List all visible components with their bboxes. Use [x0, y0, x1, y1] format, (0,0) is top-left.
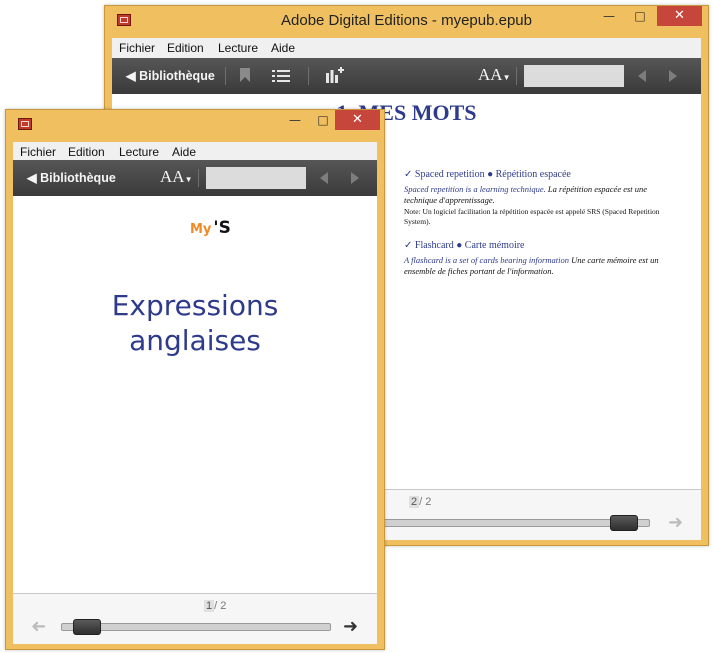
front-window: — □ ✕ Fichier Edition Lecture Aide ◀ Bib… — [5, 109, 385, 650]
chevron-down-icon: ▼ — [184, 175, 193, 184]
entry-english: A flashcard is a set of cards bearing in… — [404, 255, 569, 265]
close-icon[interactable]: ✕ — [657, 6, 702, 26]
front-titlebar[interactable]: — □ ✕ — [6, 110, 384, 140]
slider-thumb[interactable] — [73, 619, 102, 635]
total-pages: / 2 — [214, 600, 227, 612]
menu-lecture[interactable]: Lecture — [218, 41, 258, 55]
current-page[interactable]: 2 — [409, 496, 420, 508]
book-title-line2: anglaises — [129, 324, 261, 357]
arrow-right-icon[interactable]: ➜ — [668, 514, 683, 532]
current-page[interactable]: 1 — [204, 600, 215, 612]
search-input[interactable] — [206, 167, 306, 189]
library-button[interactable]: ◀ Bibliothèque — [126, 68, 215, 83]
page-slider[interactable] — [61, 623, 331, 631]
back-toolbar: ◀ Bibliothèque AA▼ — [112, 58, 701, 94]
minimize-icon[interactable]: — — [282, 110, 308, 130]
bookmark-icon[interactable] — [240, 68, 250, 87]
prev-icon[interactable] — [638, 70, 646, 82]
menu-lecture[interactable]: Lecture — [119, 145, 159, 159]
chevron-down-icon: ▼ — [502, 73, 511, 82]
book-title-line1: Expressions — [111, 289, 279, 322]
front-content: My 'S Expressions anglaises — [13, 196, 377, 593]
prev-icon[interactable] — [320, 172, 328, 184]
book-logo: My 'S — [190, 218, 231, 238]
logo-s: 'S — [213, 218, 231, 238]
next-icon[interactable] — [669, 70, 677, 82]
menu-edition[interactable]: Edition — [167, 41, 204, 55]
back-menubar: Fichier Edition Lecture Aide — [112, 38, 701, 59]
toolbar-separator — [225, 67, 226, 85]
next-icon[interactable] — [351, 172, 359, 184]
back-titlebar[interactable]: Adobe Digital Editions - myepub.epub — □… — [105, 6, 708, 36]
entry-definition: A flashcard is a set of cards bearing in… — [404, 255, 662, 276]
library-button[interactable]: ◀ Bibliothèque — [27, 170, 116, 185]
maximize-icon[interactable]: □ — [627, 6, 653, 26]
list-icon[interactable] — [272, 69, 290, 87]
book-title: Expressions anglaises — [13, 288, 377, 358]
entry-note: Note: Un logiciel facilitation la répéti… — [404, 207, 660, 226]
toolbar-separator — [198, 169, 199, 187]
toolbar-separator — [516, 67, 517, 85]
page-indicator: 1/ 2 — [204, 600, 226, 612]
entry-definition: Spaced repetition is a learning techniqu… — [404, 184, 662, 205]
menu-aide[interactable]: Aide — [271, 41, 295, 55]
font-size-button[interactable]: AA▼ — [478, 65, 510, 85]
arrow-right-icon[interactable]: ➜ — [343, 618, 358, 636]
minimize-icon[interactable]: — — [596, 6, 622, 26]
entry-term: ✓ Spaced repetition ● Répétition espacée — [404, 169, 571, 180]
menu-fichier[interactable]: Fichier — [20, 145, 56, 159]
entry-english: Spaced repetition is a learning techniqu… — [404, 184, 546, 194]
menu-edition[interactable]: Edition — [68, 145, 105, 159]
toolbar-separator — [308, 67, 309, 85]
arrow-left-icon[interactable]: ➜ — [31, 616, 46, 637]
menu-aide[interactable]: Aide — [172, 145, 196, 159]
entry-term: ✓ Flashcard ● Carte mémoire — [404, 240, 525, 251]
font-size-label: AA — [160, 167, 185, 186]
search-input[interactable] — [524, 65, 624, 87]
logo-my: My — [190, 222, 212, 237]
app-icon — [18, 118, 32, 130]
total-pages: / 2 — [419, 496, 432, 508]
front-toolbar: ◀ Bibliothèque AA▼ — [13, 160, 377, 196]
page-indicator: 2/ 2 — [409, 496, 431, 508]
menu-fichier[interactable]: Fichier — [119, 41, 155, 55]
close-icon[interactable]: ✕ — [335, 110, 380, 130]
slider-thumb[interactable] — [610, 515, 638, 531]
font-size-label: AA — [478, 65, 503, 84]
font-size-button[interactable]: AA▼ — [160, 167, 192, 187]
front-footer: 1/ 2 ➜ ➜ — [13, 593, 377, 644]
maximize-icon[interactable]: □ — [310, 110, 336, 130]
chart-add-icon[interactable] — [326, 67, 344, 88]
